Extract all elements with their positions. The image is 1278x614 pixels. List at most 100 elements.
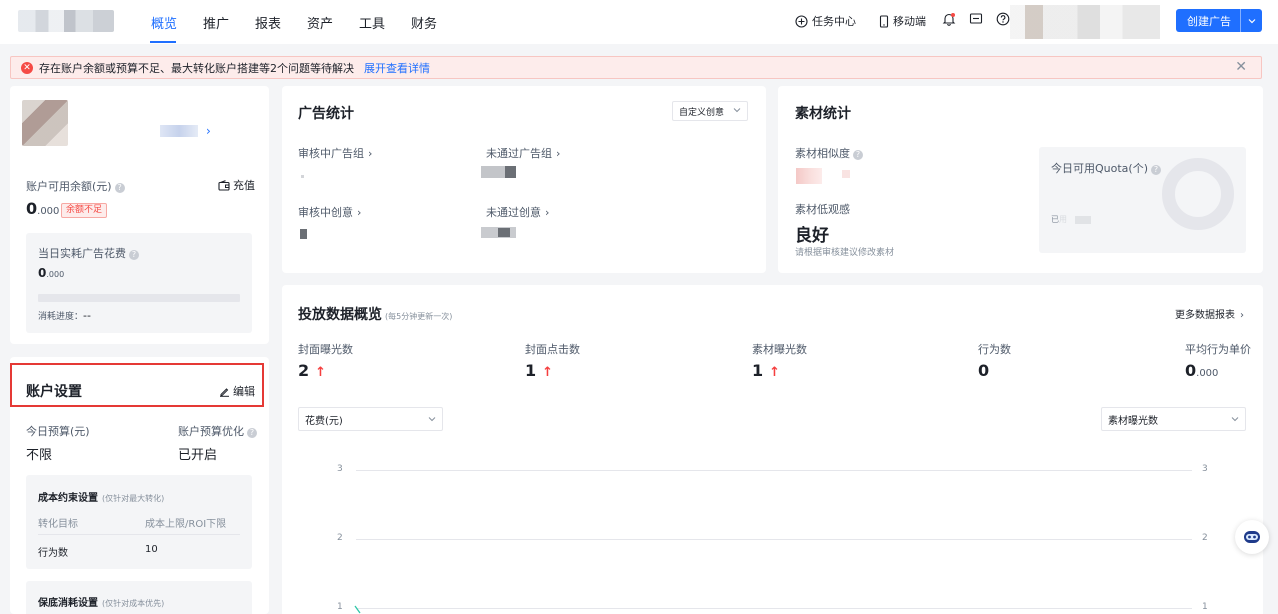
- help-icon[interactable]: ?: [247, 427, 257, 438]
- metric-cover-click-label: 封面点击数: [525, 343, 580, 356]
- nav-tab-tools[interactable]: 工具: [359, 13, 385, 32]
- creative-type-dropdown[interactable]: 自定义创意: [672, 101, 748, 121]
- nav-tab-overview[interactable]: 概览: [151, 13, 177, 32]
- account-name[interactable]: [160, 125, 198, 137]
- metric-actions-value[interactable]: 0: [978, 361, 989, 380]
- metric-material-exposure-value[interactable]: 1 ↑: [752, 361, 780, 380]
- guarantee-note: (仅针对成本优先): [102, 599, 165, 608]
- edit-settings-button[interactable]: 编辑: [219, 383, 255, 399]
- quota-label: 今日可用Quota(个): [1051, 162, 1148, 175]
- low-quality-hint: 请根据审核建议修改素材: [795, 248, 895, 258]
- similarity-label-row: 素材相似度?: [795, 145, 863, 161]
- balance-label-row: 账户可用余额(元)?: [26, 178, 125, 194]
- mobile-link[interactable]: 移动端: [879, 13, 926, 29]
- chevron-down-icon[interactable]: [1241, 14, 1262, 27]
- reviewing-creative-count: [300, 229, 307, 239]
- left-metric-value: 花费(元): [305, 415, 343, 427]
- metric-avg-cost-label: 平均行为单价: [1185, 343, 1251, 356]
- metric-cover-click-value[interactable]: 1 ↑: [525, 361, 553, 380]
- nav-tab-finance[interactable]: 财务: [411, 13, 437, 32]
- notification-button[interactable]: [942, 12, 956, 26]
- help-icon[interactable]: ?: [129, 249, 139, 260]
- alert-expand-link[interactable]: 展开查看详情: [364, 60, 430, 76]
- recharge-label: 充值: [233, 179, 255, 192]
- metric-value: 0: [1185, 361, 1197, 380]
- more-reports-link[interactable]: 更多数据报表 ›: [1175, 306, 1244, 321]
- help-icon[interactable]: ?: [853, 149, 863, 160]
- ad-stats-title: 广告统计: [298, 106, 354, 122]
- top-navigation-bar: 概览 推广 报表 资产 工具 财务 任务中心 移动端 创建广告: [0, 0, 1278, 44]
- settings-title: 账户设置: [26, 384, 82, 400]
- rejected-creative-count-dark: [498, 228, 510, 237]
- material-stats-title: 素材统计: [795, 106, 851, 122]
- recharge-button[interactable]: 充值: [218, 177, 255, 193]
- rejected-group-link[interactable]: 未通过广告组 ›: [486, 145, 560, 161]
- today-budget-label: 今日预算(元): [26, 425, 90, 438]
- cost-constraint-note: (仅针对最大转化): [102, 494, 165, 503]
- alert-message: 存在账户余额或预算不足、最大转化账户搭建等2个问题等待解决: [39, 61, 354, 75]
- rejected-group-count: [481, 166, 505, 178]
- nav-tab-assets[interactable]: 资产: [307, 13, 333, 32]
- quota-used-row: 已用: [1051, 214, 1091, 225]
- rejected-creative-link[interactable]: 未通过创意 ›: [486, 204, 549, 220]
- more-reports-label: 更多数据报表: [1175, 310, 1235, 321]
- similarity-value: [796, 168, 822, 184]
- chart-gridline: [356, 608, 1192, 609]
- create-ad-button[interactable]: 创建广告: [1176, 9, 1262, 32]
- quota-used-prefix: 已: [1051, 215, 1059, 224]
- right-metric-value: 素材曝光数: [1108, 415, 1158, 427]
- user-account-menu[interactable]: [1010, 5, 1160, 39]
- chevron-right-icon[interactable]: ›: [206, 124, 211, 138]
- chevron-down-icon: [428, 414, 436, 425]
- chevron-right-icon: ›: [545, 206, 550, 219]
- low-quality-value: 良好: [795, 226, 829, 246]
- overview-title-row: 投放数据概览 (每5分钟更新一次): [298, 304, 452, 324]
- task-center-link[interactable]: 任务中心: [795, 13, 856, 29]
- reviewing-creative-label: 审核中创意: [298, 206, 353, 219]
- help-circle-icon: [996, 12, 1010, 26]
- progress-row: 消耗进度：--: [38, 309, 91, 322]
- reviewing-creative-link[interactable]: 审核中创意 ›: [298, 204, 361, 220]
- metric-cover-exposure-value[interactable]: 2 ↑: [298, 361, 326, 380]
- mobile-label: 移动端: [893, 15, 926, 28]
- metric-value: 1: [525, 361, 537, 380]
- today-spend-value: 0.000: [38, 266, 64, 280]
- warning-alert-banner: ✕ 存在账户余额或预算不足、最大转化账户搭建等2个问题等待解决 展开查看详情 ✕: [10, 56, 1262, 79]
- y-right-tick: 1: [1202, 602, 1208, 612]
- y-right-tick: 3: [1202, 464, 1208, 474]
- chevron-right-icon: ›: [556, 147, 561, 160]
- create-ad-label: 创建广告: [1187, 14, 1231, 28]
- low-quality-label: 素材低观感: [795, 203, 850, 216]
- metric-material-exposure-label: 素材曝光数: [752, 343, 807, 356]
- chart-gridline: [356, 470, 1192, 471]
- quota-used-suffix: 用: [1059, 215, 1067, 224]
- help-icon[interactable]: ?: [1151, 164, 1161, 175]
- help-icon[interactable]: ?: [114, 182, 125, 193]
- reviewing-group-link[interactable]: 审核中广告组 ›: [298, 145, 372, 161]
- avatar[interactable]: [22, 100, 68, 146]
- overview-note: (每5分钟更新一次): [385, 312, 453, 321]
- message-button[interactable]: [969, 12, 983, 26]
- chart-gridline: [356, 539, 1192, 540]
- budget-opt-value: 已开启: [178, 448, 218, 463]
- metric-value: 1: [752, 361, 764, 380]
- nav-tab-promotion[interactable]: 推广: [203, 13, 229, 32]
- mobile-icon: [879, 14, 889, 28]
- close-icon[interactable]: ✕: [1235, 59, 1247, 75]
- quota-donut-chart: [1162, 158, 1234, 230]
- assistant-robot-button[interactable]: [1235, 520, 1269, 554]
- help-button[interactable]: [996, 12, 1010, 26]
- creative-type-value: 自定义创意: [679, 107, 725, 118]
- nav-tab-reports[interactable]: 报表: [255, 13, 281, 32]
- left-metric-select[interactable]: 花费(元): [298, 407, 443, 431]
- task-center-label: 任务中心: [812, 15, 856, 28]
- data-overview-card: [282, 285, 1263, 614]
- metric-avg-cost-value[interactable]: 0.000: [1185, 361, 1218, 380]
- brand-logo[interactable]: [18, 10, 114, 32]
- col-limit-header: 成本上限/ROI下限: [145, 519, 227, 530]
- right-metric-select[interactable]: 素材曝光数: [1101, 407, 1246, 431]
- metric-actions-label: 行为数: [978, 343, 1011, 356]
- today-budget-value: 不限: [26, 448, 53, 463]
- similarity-value-fragment: [842, 170, 850, 178]
- arrow-up-icon: ↑: [542, 365, 554, 380]
